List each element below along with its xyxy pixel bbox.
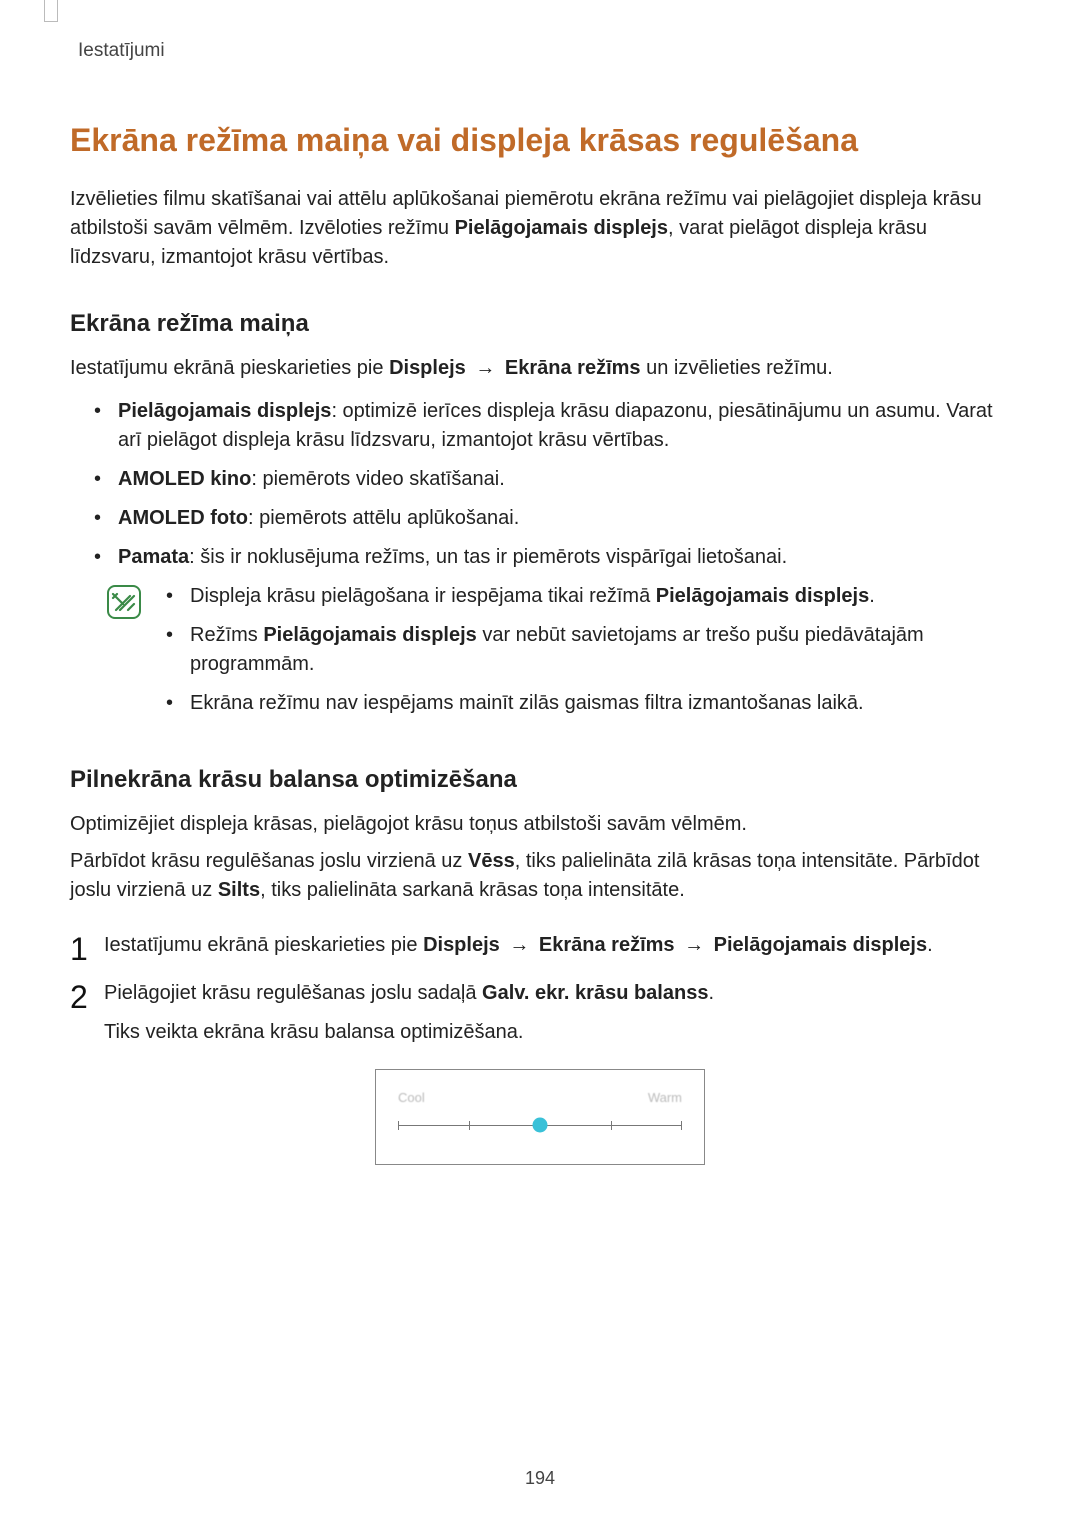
s1-lead-pre: Iestatījumu ekrānā pieskarieties pie — [70, 357, 389, 379]
step-2-sub: Tiks veikta ekrāna krāsu balansa optimiz… — [104, 1018, 1010, 1047]
note-item: Ekrāna režīmu nav iespējams mainīt zilās… — [162, 689, 1010, 718]
note-text: Ekrāna režīmu nav iespējams mainīt zilās… — [190, 692, 864, 714]
mode-name: AMOLED kino — [118, 468, 251, 490]
note-item: Displeja krāsu pielāgošana ir iespējama … — [162, 582, 1010, 611]
note-bold: Pielāgojamais displejs — [263, 624, 476, 646]
step-number: 2 — [70, 979, 104, 1047]
mode-desc: : šis ir noklusējuma režīms, un tas ir p… — [189, 546, 787, 568]
note-text: . — [869, 585, 875, 607]
mode-item: Pielāgojamais displejs: optimizē ierīces… — [80, 397, 1010, 455]
slider-tick — [681, 1121, 682, 1130]
section1-lead: Iestatījumu ekrānā pieskarieties pie Dis… — [70, 354, 1010, 383]
note-item: Režīms Pielāgojamais displejs var nebūt … — [162, 621, 1010, 679]
mode-name: Pamata — [118, 546, 189, 568]
slider-labels: Cool Warm — [398, 1090, 682, 1105]
section2-p2: Pārbīdot krāsu regulēšanas joslu virzien… — [70, 847, 1010, 905]
mode-desc: : piemērots video skatīšanai. — [251, 468, 504, 490]
mode-item: Pamata: šis ir noklusējuma režīms, un ta… — [80, 543, 1010, 572]
s2-post: . — [708, 982, 714, 1004]
mode-item: AMOLED kino: piemērots video skatīšanai. — [80, 465, 1010, 494]
page-number: 194 — [0, 1468, 1080, 1489]
slider-track — [398, 1117, 682, 1135]
section1-heading: Ekrāna režīma maiņa — [70, 310, 1010, 338]
note-icon — [104, 582, 144, 728]
step-number: 1 — [70, 931, 104, 965]
slider-tick — [398, 1121, 399, 1130]
arrow-icon: → — [471, 357, 499, 379]
s2-pre: Pielāgojiet krāsu regulēšanas joslu sada… — [104, 982, 482, 1004]
page-title: Ekrāna režīma maiņa vai displeja krāsas … — [70, 122, 1010, 159]
mode-desc: : piemērots attēlu aplūkošanai. — [248, 507, 519, 529]
section2-heading: Pilnekrāna krāsu balansa optimizēšana — [70, 766, 1010, 794]
slider-label-cool: Cool — [398, 1090, 425, 1105]
note-text: Režīms — [190, 624, 263, 646]
s1-post: . — [927, 934, 933, 956]
section2-p1: Optimizējiet displeja krāsas, pielāgojot… — [70, 810, 1010, 839]
p2-post: , tiks palielināta sarkanā krāsas toņa i… — [260, 879, 685, 901]
slider-label-warm: Warm — [648, 1090, 682, 1105]
p2-pre: Pārbīdot krāsu regulēšanas joslu virzien… — [70, 850, 468, 872]
step-1: 1 Iestatījumu ekrānā pieskarieties pie D… — [70, 931, 1010, 965]
p2-b1: Vēss — [468, 850, 515, 872]
s1-lead-post: un izvēlieties režīmu. — [641, 357, 833, 379]
s1-b3: Pielāgojamais displejs — [714, 934, 927, 956]
mode-item: AMOLED foto: piemērots attēlu aplūkošana… — [80, 504, 1010, 533]
intro-bold: Pielāgojamais displejs — [455, 217, 668, 239]
note-block: Displeja krāsu pielāgošana ir iespējama … — [104, 582, 1010, 728]
s1-pre: Iestatījumu ekrānā pieskarieties pie — [104, 934, 423, 956]
color-balance-illustration: Cool Warm — [375, 1069, 705, 1165]
note-list: Displeja krāsu pielāgošana ir iespējama … — [144, 582, 1010, 728]
arrow-icon: → — [505, 934, 533, 956]
s2-bold: Galv. ekr. krāsu balanss — [482, 982, 708, 1004]
s1-lead-b1: Displejs — [389, 357, 466, 379]
step-body: Iestatījumu ekrānā pieskarieties pie Dis… — [104, 931, 1010, 965]
slider-knob — [533, 1118, 548, 1133]
section-header: Iestatījumi — [78, 40, 1010, 62]
slider-tick — [469, 1121, 470, 1130]
note-bold: Pielāgojamais displejs — [656, 585, 869, 607]
s1-lead-b2: Ekrāna režīms — [505, 357, 641, 379]
mode-name: Pielāgojamais displejs — [118, 400, 331, 422]
s1-b1: Displejs — [423, 934, 500, 956]
note-text: Displeja krāsu pielāgošana ir iespējama … — [190, 585, 656, 607]
page-tab-edge — [44, 0, 58, 22]
page-content: Iestatījumi Ekrāna režīma maiņa vai disp… — [0, 0, 1080, 1165]
intro-paragraph: Izvēlieties filmu skatīšanai vai attēlu … — [70, 185, 1010, 272]
mode-name: AMOLED foto — [118, 507, 248, 529]
slider-tick — [611, 1121, 612, 1130]
p2-b2: Silts — [218, 879, 260, 901]
step-body: Pielāgojiet krāsu regulēšanas joslu sada… — [104, 979, 1010, 1047]
s1-b2: Ekrāna režīms — [539, 934, 675, 956]
step-2: 2 Pielāgojiet krāsu regulēšanas joslu sa… — [70, 979, 1010, 1047]
arrow-icon: → — [680, 934, 708, 956]
mode-list: Pielāgojamais displejs: optimizē ierīces… — [70, 397, 1010, 572]
